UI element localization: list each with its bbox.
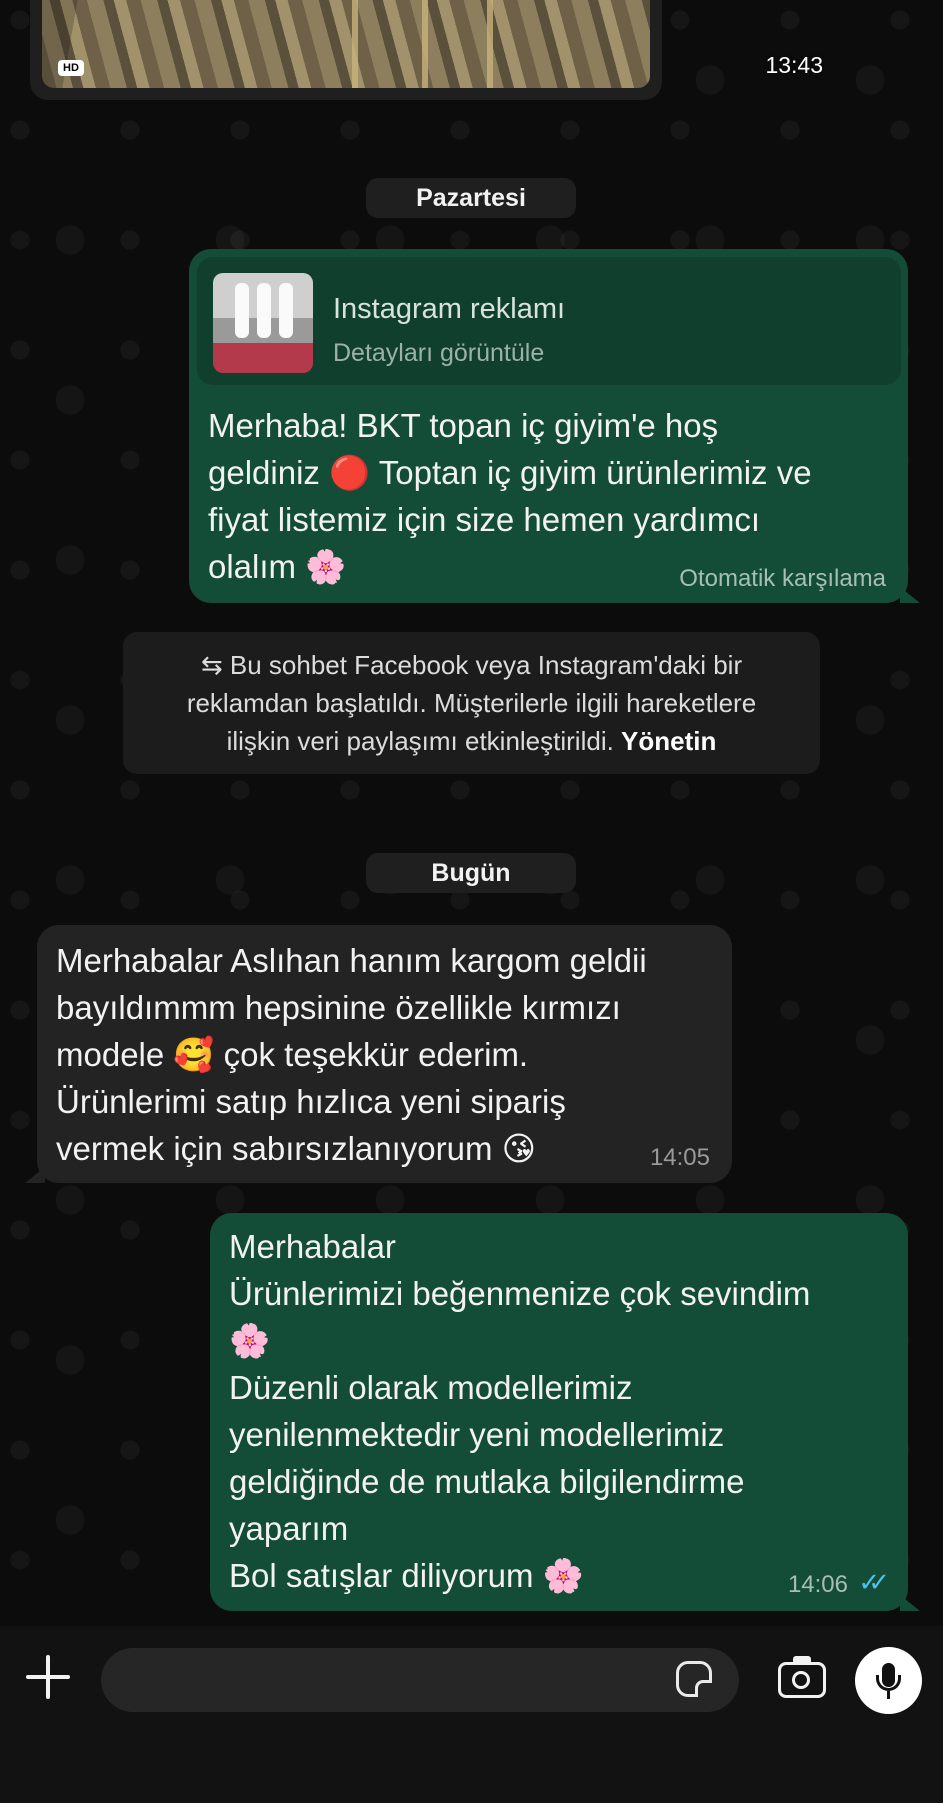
ad-origin-notice[interactable]: ⇆ Bu sohbet Facebook veya Instagram'daki… — [123, 632, 820, 774]
message-text: Merhabalar Aslıhan hanım kargom geldii b… — [56, 942, 647, 1167]
media-image[interactable] — [42, 0, 650, 88]
date-divider: Pazartesi — [366, 178, 576, 218]
auto-greeting-label: Otomatik karşılama — [679, 565, 886, 592]
ad-thumbnail — [213, 273, 313, 373]
ad-card-subtitle[interactable]: Detayları görüntüle — [333, 339, 544, 368]
incoming-message[interactable]: Merhabalar Aslıhan hanım kargom geldii b… — [25, 925, 732, 1183]
outgoing-message[interactable]: Instagram reklamı Detayları görüntüle Me… — [189, 249, 920, 603]
date-divider: Bugün — [366, 853, 576, 893]
microphone-button[interactable] — [855, 1647, 922, 1714]
message-input[interactable] — [101, 1648, 739, 1712]
media-message[interactable] — [30, 0, 662, 100]
message-timestamp: 14:06 — [787, 1571, 848, 1598]
manage-link[interactable]: Yönetin — [621, 726, 716, 756]
ad-card-title: Instagram reklamı — [333, 293, 566, 325]
message-timestamp: 14:05 — [649, 1144, 710, 1171]
media-timestamp: 13:43 — [765, 52, 823, 78]
plus-icon[interactable] — [26, 1655, 70, 1699]
instagram-ad-card[interactable]: Instagram reklamı Detayları görüntüle — [197, 257, 901, 385]
hd-badge: HD — [58, 60, 84, 76]
camera-icon[interactable] — [778, 1656, 826, 1698]
sticker-icon[interactable] — [676, 1661, 712, 1697]
message-text: Merhabalar Ürünlerimizi beğenmenize çok … — [229, 1228, 811, 1594]
message-text: Merhaba! BKT topan iç giyim'e hoş geldin… — [208, 407, 812, 585]
outgoing-message[interactable]: Merhabalar Ürünlerimizi beğenmenize çok … — [210, 1213, 920, 1611]
read-receipt-icon: ✓✓ — [858, 1567, 889, 1597]
